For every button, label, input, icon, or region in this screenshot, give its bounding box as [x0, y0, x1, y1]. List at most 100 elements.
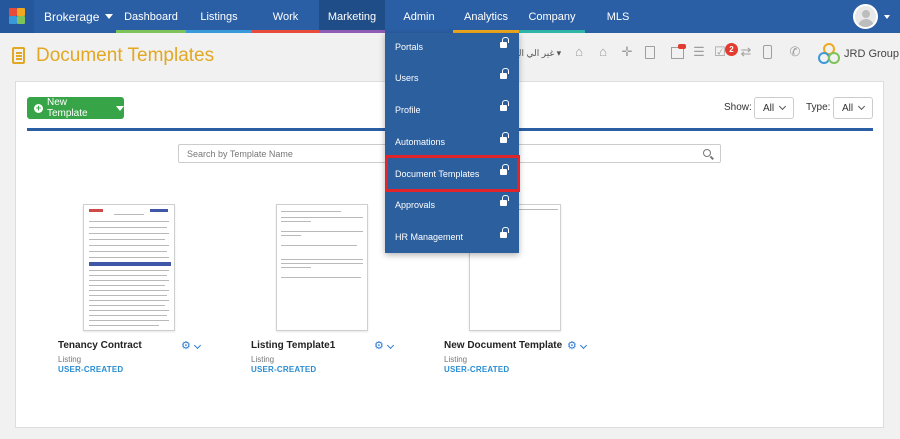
menu-item-portals[interactable]: Portals	[385, 33, 519, 61]
template-tag: USER-CREATED	[444, 365, 510, 374]
thumbnail-line	[89, 280, 169, 281]
tab-listings[interactable]: Listings	[186, 0, 252, 33]
tab-label: Admin	[403, 10, 435, 23]
tab-marketing[interactable]: Marketing	[319, 0, 385, 33]
menu-item-label: Portals	[395, 42, 424, 52]
crosshair-icon[interactable]: ✛	[620, 45, 634, 59]
tab-work[interactable]: Work	[252, 0, 319, 33]
thumbnail-line	[281, 277, 361, 278]
tab-accent-bar	[186, 30, 252, 33]
avatar[interactable]	[853, 4, 878, 29]
tab-dashboard[interactable]: Dashboard	[116, 0, 186, 33]
gear-icon[interactable]: ⚙	[181, 341, 191, 352]
template-thumbnail[interactable]	[83, 204, 175, 331]
menu-item-automations[interactable]: Automations	[385, 128, 519, 156]
type-filter-label: Type:	[806, 102, 831, 113]
tab-accent-bar	[116, 30, 186, 33]
tab-mls[interactable]: MLS	[585, 0, 651, 33]
menu-item-profile[interactable]: Profile	[385, 96, 519, 124]
menu-item-label: Approvals	[395, 200, 436, 210]
thumbnail-line	[89, 251, 167, 252]
search-placeholder: Search by Template Name	[187, 149, 293, 159]
thumbnail-line	[114, 214, 144, 215]
thumbnail-line	[89, 305, 165, 306]
menu-item-label: Profile	[395, 105, 421, 115]
company-name: JRD Group	[844, 48, 900, 60]
tab-label: Dashboard	[124, 10, 178, 23]
show-filter-value: All	[763, 102, 775, 114]
gear-icon[interactable]: ⚙	[567, 341, 577, 352]
unlock-icon	[500, 227, 509, 238]
transfer-icon[interactable]: ⇄	[739, 45, 753, 59]
chevron-down-icon[interactable]	[884, 15, 890, 19]
show-filter-select[interactable]: All	[754, 97, 794, 119]
show-filter-label: Show:	[724, 102, 752, 113]
language-label: غير الي الع	[514, 48, 555, 58]
home-icon[interactable]: ⌂	[572, 45, 586, 59]
tab-accent-bar	[519, 30, 585, 33]
template-category: Listing	[444, 355, 468, 364]
template-name[interactable]: Listing Template1	[251, 340, 335, 351]
template-name[interactable]: Tenancy Contract	[58, 340, 142, 351]
avatar-head	[862, 10, 870, 18]
app-logo[interactable]	[0, 0, 34, 33]
tab-accent-bar	[319, 30, 385, 33]
thumbnail-line	[89, 315, 167, 316]
tab-label: Listings	[200, 10, 238, 23]
thumbnail-line	[281, 259, 363, 260]
logo-square	[17, 16, 25, 24]
page-title: Document Templates	[36, 45, 215, 66]
tab-label: MLS	[606, 10, 630, 23]
chevron-down-icon	[105, 14, 114, 19]
menu-item-approvals[interactable]: Approvals	[385, 191, 519, 219]
type-filter-value: All	[842, 102, 854, 114]
type-filter-select[interactable]: All	[833, 97, 873, 119]
thumbnail-logo	[89, 209, 103, 212]
admin-dropdown-menu: Portals Users Profile Automations Docume…	[385, 33, 519, 253]
logo-square	[9, 8, 17, 16]
tab-accent-bar	[252, 30, 319, 33]
list-icon[interactable]: ☰	[692, 45, 706, 59]
thumbnail-line	[89, 257, 169, 258]
thumbnail-line	[281, 267, 311, 268]
tab-label: Marketing	[327, 10, 377, 23]
document-icon[interactable]	[645, 46, 655, 59]
tab-company[interactable]: Company	[519, 0, 585, 33]
mobile-icon[interactable]	[763, 45, 772, 59]
thumbnail-line	[89, 285, 165, 286]
company-logo	[818, 43, 840, 64]
phone-icon[interactable]: ✆	[788, 45, 802, 59]
calendar-alert-dot	[678, 44, 686, 49]
thumbnail-line	[89, 290, 169, 291]
unlock-icon	[500, 132, 509, 143]
thumbnail-line	[89, 275, 167, 276]
template-category: Listing	[251, 355, 275, 364]
template-thumbnail[interactable]	[276, 204, 368, 331]
gear-icon[interactable]: ⚙	[374, 341, 384, 352]
menu-item-hr-management[interactable]: HR Management	[385, 223, 519, 251]
house-icon[interactable]: ⌂	[596, 45, 610, 59]
thumbnail-line	[89, 245, 169, 246]
unlock-icon	[500, 68, 509, 79]
tab-label: Work	[272, 10, 299, 23]
brand-label: Brokerage	[44, 9, 100, 24]
selection-highlight	[385, 155, 520, 192]
unlock-icon	[500, 37, 509, 48]
new-template-button[interactable]: + New Template	[27, 97, 124, 119]
brand-switcher[interactable]: Brokerage	[36, 0, 114, 33]
language-switcher[interactable]: غير الي الع ▾	[514, 48, 561, 59]
thumbnail-line	[281, 245, 357, 246]
menu-item-users[interactable]: Users	[385, 64, 519, 92]
thumbnail-line	[281, 263, 363, 264]
unlock-icon	[500, 195, 509, 206]
thumbnail-line	[89, 310, 169, 311]
tab-analytics[interactable]: Analytics	[453, 0, 519, 33]
template-name[interactable]: New Document Template	[444, 340, 562, 351]
tab-admin[interactable]: Admin	[385, 0, 453, 33]
search-icon[interactable]	[703, 149, 711, 157]
menu-item-label: HR Management	[395, 232, 464, 242]
thumbnail-line	[89, 233, 169, 234]
chevron-down-icon	[858, 102, 866, 111]
logo-square	[9, 16, 17, 24]
thumbnail-line	[89, 325, 159, 326]
